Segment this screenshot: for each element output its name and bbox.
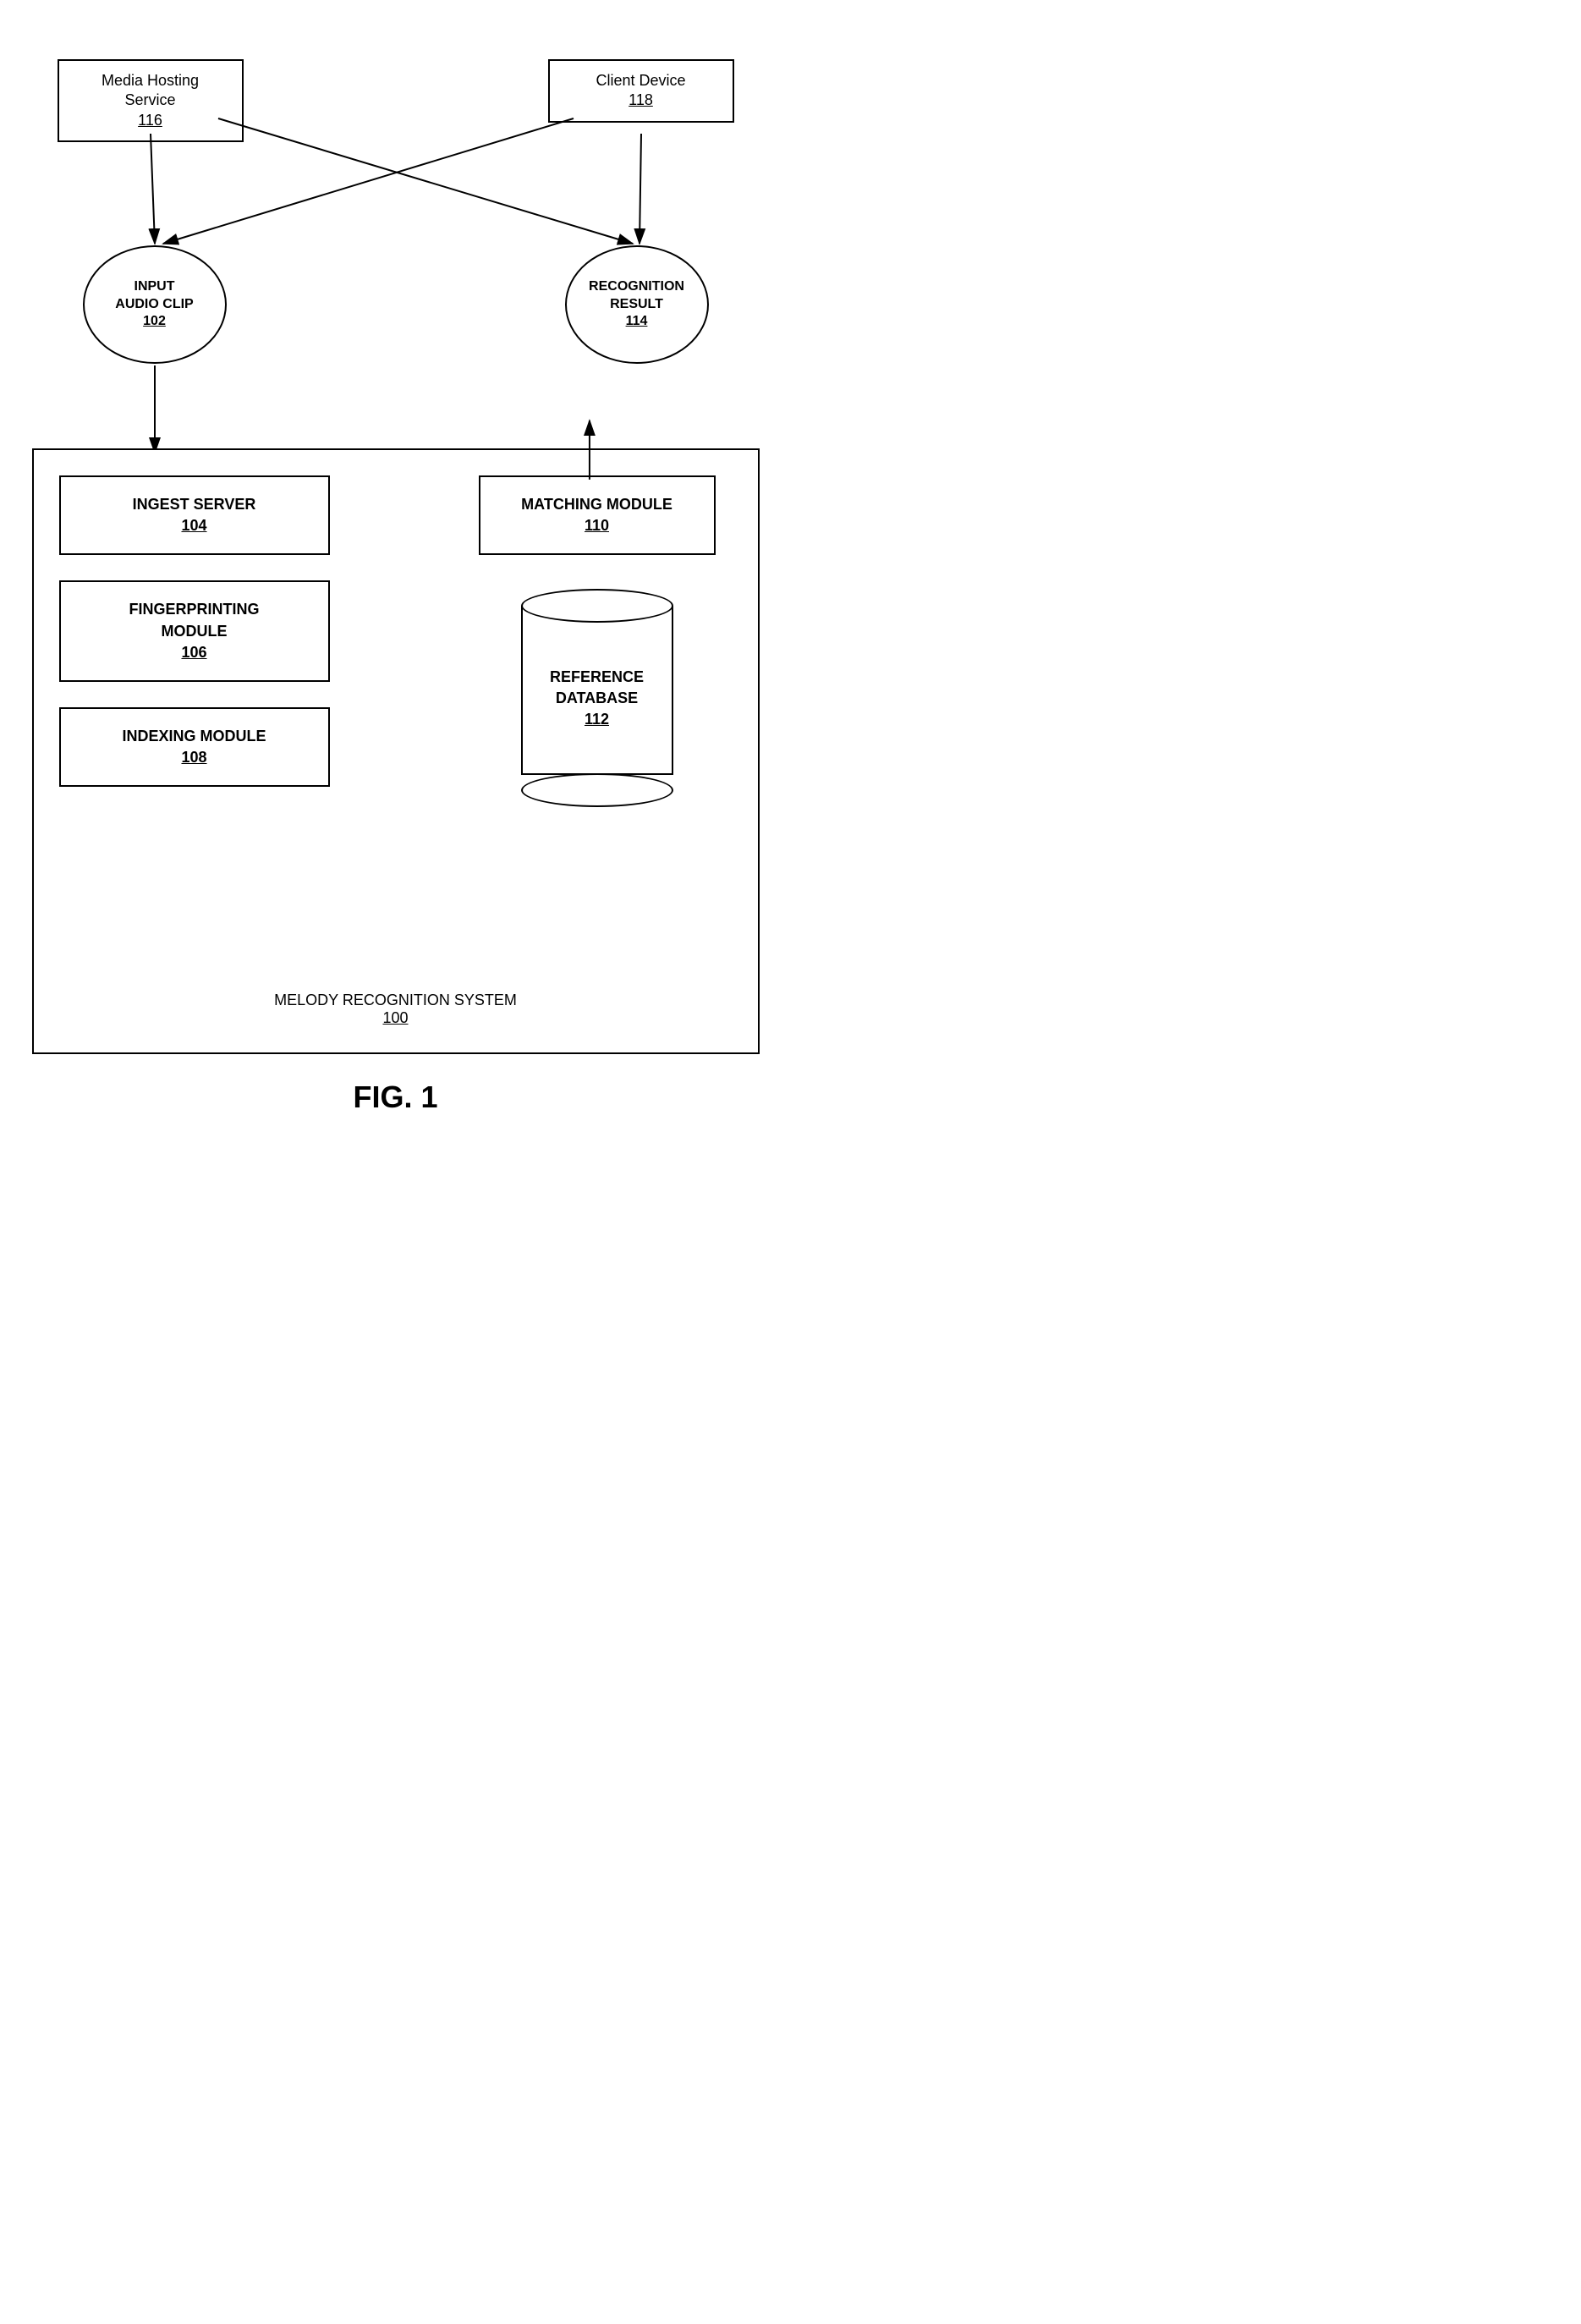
recognition-result-line1: RECOGNITION: [589, 278, 684, 296]
recognition-result-ellipse: RECOGNITION RESULT 114: [565, 245, 709, 364]
indexing-line1: INDEXING MODULE: [78, 726, 311, 747]
recognition-result-number: 114: [626, 313, 648, 331]
matching-module-label: MATCHING MODULE: [497, 494, 697, 515]
cylinder-body: REFERENCE DATABASE 112: [521, 606, 673, 775]
figure-label: FIG. 1: [353, 1080, 437, 1115]
ingest-server-box: INGEST SERVER 104: [59, 475, 330, 555]
fingerprinting-number: 106: [78, 642, 311, 663]
matching-module-number: 110: [497, 515, 697, 536]
input-audio-clip-line2: AUDIO CLIP: [115, 296, 193, 314]
fingerprinting-line2: MODULE: [78, 621, 311, 642]
input-audio-clip-line1: INPUT: [134, 278, 175, 296]
system-label: MELODY RECOGNITION SYSTEM: [59, 992, 733, 1009]
fingerprinting-module-box: FINGERPRINTING MODULE 106: [59, 580, 330, 682]
system-number: 100: [59, 1009, 733, 1027]
fingerprinting-line1: FINGERPRINTING: [78, 599, 311, 620]
left-column: INGEST SERVER 104 FINGERPRINTING MODULE …: [59, 475, 330, 966]
indexing-module-box: INDEXING MODULE 108: [59, 707, 330, 787]
indexing-number: 108: [78, 747, 311, 768]
recognition-result-line2: RESULT: [610, 296, 663, 314]
cylinder-bottom: [521, 773, 673, 807]
client-device-box: Client Device 118: [548, 59, 734, 123]
media-hosting-service-box: Media Hosting Service 116: [58, 59, 244, 142]
ref-db-number: 112: [585, 709, 609, 730]
ingest-server-label: INGEST SERVER: [78, 494, 311, 515]
ingest-server-number: 104: [78, 515, 311, 536]
input-audio-clip-number: 102: [143, 313, 166, 331]
client-device-label: Client Device: [565, 71, 717, 91]
ref-db-line1: REFERENCE: [550, 667, 644, 688]
system-inner: INGEST SERVER 104 FINGERPRINTING MODULE …: [59, 475, 733, 966]
melody-recognition-system-box: INGEST SERVER 104 FINGERPRINTING MODULE …: [32, 448, 760, 1054]
matching-module-box: MATCHING MODULE 110: [479, 475, 716, 555]
client-device-number: 118: [565, 91, 717, 110]
top-section: Media Hosting Service 116 Client Device …: [32, 34, 760, 474]
diagram-container: Media Hosting Service 116 Client Device …: [32, 34, 760, 1115]
input-audio-clip-ellipse: INPUT AUDIO CLIP 102: [83, 245, 227, 364]
cylinder-top: [521, 589, 673, 623]
ref-db-line2: DATABASE: [556, 688, 638, 709]
right-column: MATCHING MODULE 110 REFERENCE DATABASE 1…: [462, 475, 733, 966]
media-hosting-number: 116: [74, 111, 227, 130]
media-hosting-label: Media Hosting Service: [74, 71, 227, 111]
reference-database-cylinder: REFERENCE DATABASE 112: [504, 589, 690, 807]
